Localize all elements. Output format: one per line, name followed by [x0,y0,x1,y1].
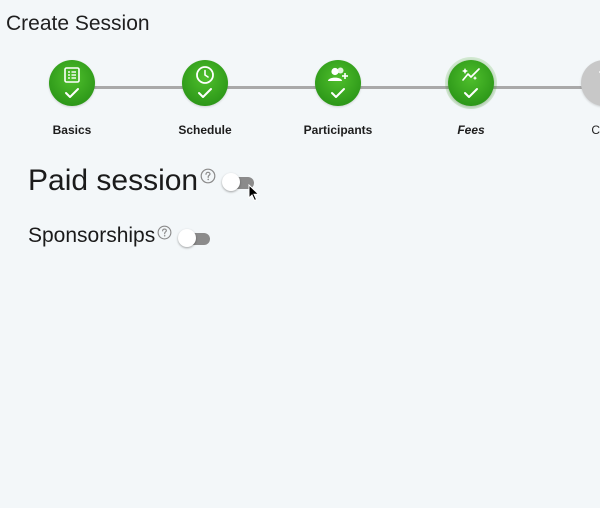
step-progress-bar: Basics Schedule Participants Fees C [0,60,600,150]
step-basics-label: Basics [52,123,92,137]
step-fees[interactable]: Fees [421,60,521,137]
step-complete-label: Com [591,123,600,137]
step-complete-circle[interactable] [581,60,600,106]
paid-session-row: Paid session [28,164,256,198]
check-icon [464,88,478,98]
step-basics[interactable]: Basics [22,60,122,137]
sponsorships-label: Sponsorships [28,224,156,247]
sponsorships-row: Sponsorships [28,224,212,248]
check-icon [331,88,345,98]
step-basics-circle[interactable] [49,60,95,106]
check-icon [65,88,79,98]
step-complete[interactable]: Com [554,60,600,137]
help-circle-icon[interactable] [200,168,216,189]
step-schedule-label: Schedule [178,123,232,137]
page-title: Create Session [6,12,150,35]
step-fees-label: Fees [457,123,485,137]
step-schedule-circle[interactable] [182,60,228,106]
check-icon [599,71,600,74]
step-schedule[interactable]: Schedule [155,60,255,137]
step-participants[interactable]: Participants [288,60,388,137]
toggle-thumb[interactable] [222,173,241,191]
step-participants-label: Participants [303,123,373,137]
help-circle-icon[interactable] [157,225,172,245]
step-participants-circle[interactable] [315,60,361,106]
check-icon [198,88,212,98]
paid-session-label: Paid session [28,164,199,197]
sponsorships-toggle[interactable] [178,228,212,248]
step-fees-circle[interactable] [448,60,494,106]
mouse-pointer-icon [248,183,260,207]
